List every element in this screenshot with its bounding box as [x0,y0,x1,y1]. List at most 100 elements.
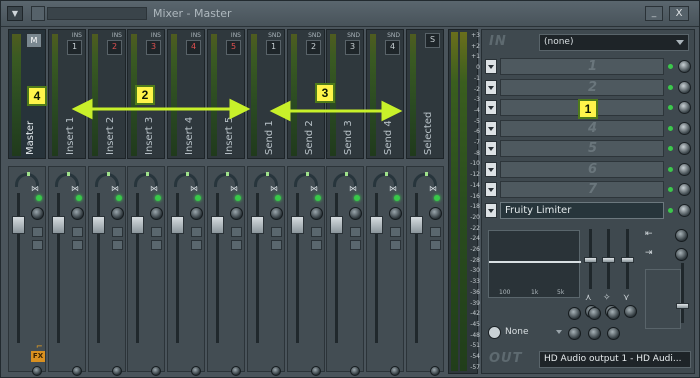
swap-up-down-icon[interactable] [231,227,242,237]
mixer-strip[interactable]: SND 4 Send 4 ⋈ [366,29,404,376]
close-button[interactable]: X [669,6,689,21]
effect-slot-label[interactable]: 2 [500,78,664,96]
volume-fader-cap[interactable] [12,216,25,234]
strip-meter-area[interactable]: INS 1 Insert 1 [48,29,86,159]
stereo-knob[interactable] [429,207,442,220]
mixer-strip[interactable]: INS 3 Insert 3 ⋈ [127,29,165,376]
drag-grip-icon[interactable] [31,6,45,21]
clock-icon[interactable] [112,366,122,376]
strip-number-badge[interactable]: 1 [67,40,82,55]
slot-menu-button[interactable] [485,141,497,156]
slot-enable-led[interactable] [668,187,673,192]
clock-icon[interactable] [231,366,241,376]
strip-number-badge[interactable]: 4 [186,40,201,55]
swap-icon[interactable]: ⋈ [349,184,357,193]
swap-left-right-icon[interactable] [390,240,401,250]
swap-up-down-icon[interactable] [151,227,162,237]
eq-band-fader[interactable] [621,229,634,289]
swap-icon[interactable]: ⋈ [111,184,119,193]
slot-enable-led[interactable] [668,207,673,213]
eq-fader-cap[interactable] [621,257,634,263]
stereo-knob[interactable] [349,207,362,220]
clock-icon[interactable] [271,366,281,376]
slot-enable-led[interactable] [668,146,673,151]
eq-graph[interactable]: 100 1k 5k [488,230,581,298]
mute-led[interactable] [116,195,122,201]
swap-left-right-icon[interactable] [72,240,83,250]
fx-badge[interactable]: FX [31,351,45,362]
effect-slot[interactable]: 6 [485,160,693,179]
mixer-strip[interactable]: INS 5 Insert 5 ⋈ [207,29,245,376]
master-flag-icon[interactable]: M [26,33,42,48]
mixer-strip[interactable]: INS 1 Insert 1 ⋈ [48,29,86,376]
swap-icon[interactable]: ⋈ [190,184,198,193]
slot-enable-led[interactable] [668,125,673,131]
swap-up-down-icon[interactable] [32,227,43,237]
strip-number-badge[interactable]: 5 [226,40,241,55]
eq-band-fader[interactable] [584,229,597,289]
eq-band-fader[interactable] [602,229,615,289]
effect-slot[interactable]: 1 [485,57,693,76]
strip-number-badge[interactable]: 3 [345,40,360,55]
mute-led[interactable] [394,195,400,201]
eq-freq-knob[interactable] [624,305,637,318]
clock-icon[interactable] [191,366,201,376]
volume-fader-cap[interactable] [131,216,144,234]
slot-enable-led[interactable] [668,105,673,110]
mixer-strip[interactable]: SND 3 Send 3 ⋈ [326,29,364,376]
effect-slot[interactable]: 4 [485,119,693,138]
effect-slot[interactable]: 2 [485,78,693,97]
strip-meter-area[interactable]: INS 2 Insert 2 [88,29,126,159]
swap-up-down-icon[interactable] [350,227,361,237]
strip-meter-area[interactable]: SND 4 Send 4 [366,29,404,159]
mixer-strip[interactable]: INS 2 Insert 2 ⋈ [88,29,126,376]
strip-meter-area[interactable]: INS 4 Insert 4 [167,29,205,159]
swap-up-down-icon[interactable] [311,227,322,237]
swap-up-down-icon[interactable] [191,227,202,237]
stereo-knob[interactable] [190,207,203,220]
slot-mix-knob[interactable] [678,142,691,155]
swap-left-right-icon[interactable] [271,240,282,250]
send-select[interactable]: None [488,326,570,340]
swap-up-down-icon[interactable] [271,227,282,237]
swap-left-right-icon[interactable] [231,240,242,250]
swap-icon[interactable]: ⋈ [310,184,318,193]
eq-gain-knob[interactable] [568,307,581,320]
eq-gain-knob[interactable] [607,307,620,320]
swap-left-right-icon[interactable] [151,240,162,250]
effect-slot-label[interactable]: Fruity Limiter [500,201,664,219]
mute-led[interactable] [235,195,241,201]
mute-led[interactable] [36,195,42,201]
volume-fader-cap[interactable] [410,216,423,234]
mute-led[interactable] [315,195,321,201]
effect-slot-label[interactable]: 6 [500,160,664,178]
slot-mix-knob[interactable] [678,101,691,114]
output-select[interactable]: HD Audio output 1 - HD Audi... [539,351,691,368]
stereo-knob[interactable] [230,207,243,220]
swap-left-right-icon[interactable] [430,240,441,250]
window-menu-button[interactable]: ▼ [7,6,23,21]
mute-led[interactable] [354,195,360,201]
mixer-strip[interactable]: INS 4 Insert 4 ⋈ [167,29,205,376]
clock-icon[interactable] [390,366,400,376]
swap-icon[interactable]: ⋈ [71,184,79,193]
eq-gain-knob[interactable] [588,307,601,320]
slot-enable-led[interactable] [668,84,673,90]
effect-slot-label[interactable]: 1 [500,58,664,75]
clock-icon[interactable] [32,366,42,376]
stereo-knob[interactable] [389,207,402,220]
swap-icon[interactable]: ⋈ [429,184,437,193]
swap-up-down-icon[interactable] [112,227,123,237]
swap-icon[interactable]: ⋈ [150,184,158,193]
slot-enable-led[interactable] [668,64,673,69]
stereo-knob[interactable] [111,207,124,220]
slot-mix-knob[interactable] [678,203,691,217]
swap-left-right-icon[interactable] [32,240,43,250]
mute-led[interactable] [275,195,281,201]
strip-meter-area[interactable]: SND 1 Send 1 [247,29,285,159]
volume-fader-cap[interactable] [251,216,264,234]
volume-fader-cap[interactable] [171,216,184,234]
slot-menu-button[interactable] [485,161,497,177]
slot-mix-knob[interactable] [678,60,691,73]
swap-icon[interactable]: ⋈ [270,184,278,193]
